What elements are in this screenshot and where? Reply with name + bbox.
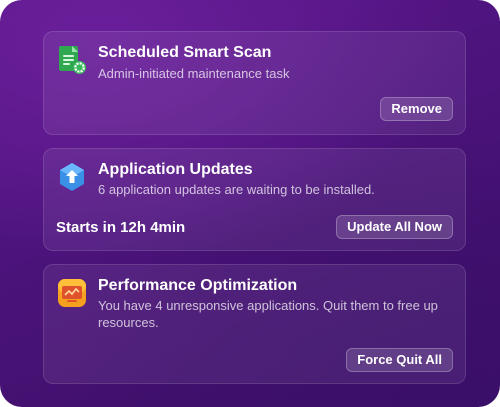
performance-icon	[56, 277, 88, 309]
scheduled-scan-icon	[56, 44, 88, 76]
update-all-now-button[interactable]: Update All Now	[336, 215, 453, 239]
card-title: Application Updates	[98, 161, 253, 178]
card-subtitle: Admin-initiated maintenance task	[98, 66, 290, 81]
notification-panel: Scheduled Smart Scan Admin-initiated mai…	[0, 0, 500, 407]
application-updates-card: Application Updates 6 application update…	[43, 148, 466, 251]
force-quit-all-button[interactable]: Force Quit All	[346, 348, 453, 372]
card-title: Performance Optimization	[98, 277, 298, 294]
performance-optimization-card: Performance Optimization You have 4 unre…	[43, 264, 466, 384]
update-countdown: Starts in 12h 4min	[56, 219, 186, 236]
card-title: Scheduled Smart Scan	[98, 44, 272, 61]
card-subtitle: 6 application updates are waiting to be …	[98, 182, 375, 197]
scheduled-scan-card: Scheduled Smart Scan Admin-initiated mai…	[43, 31, 466, 135]
app-update-icon	[56, 161, 88, 193]
card-subtitle: You have 4 unresponsive applications. Qu…	[98, 298, 438, 330]
remove-button[interactable]: Remove	[380, 97, 453, 121]
